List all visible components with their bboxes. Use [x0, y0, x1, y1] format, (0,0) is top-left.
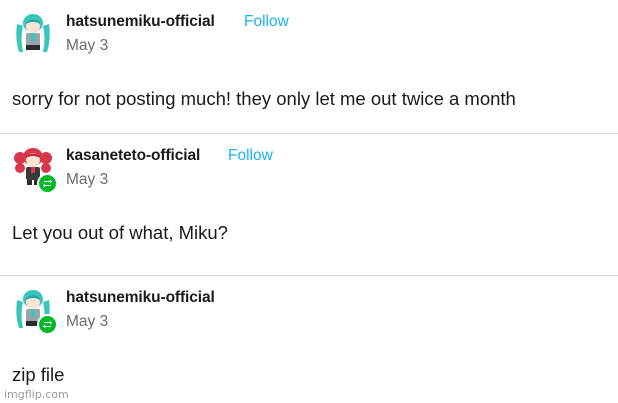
reblog-icon: [37, 173, 58, 194]
post-2: kasaneteto-official Follow May 3 Let you…: [0, 134, 618, 276]
post-text: sorry for not posting much! they only le…: [12, 88, 516, 109]
reblog-icon: [37, 314, 58, 335]
post-date[interactable]: May 3: [66, 313, 108, 331]
post-1: hatsunemiku-official Follow May 3 sorry …: [0, 0, 618, 134]
post-date[interactable]: May 3: [66, 37, 108, 55]
post-text: Let you out of what, Miku?: [12, 222, 228, 243]
follow-button[interactable]: Follow: [228, 147, 273, 165]
username[interactable]: kasaneteto-official: [66, 147, 200, 165]
post-date[interactable]: May 3: [66, 171, 108, 189]
post-3: hatsunemiku-official May 3 zip file: [0, 276, 618, 403]
username[interactable]: hatsunemiku-official: [66, 289, 215, 307]
follow-button[interactable]: Follow: [244, 13, 289, 31]
username[interactable]: hatsunemiku-official: [66, 13, 215, 31]
post-text: zip file: [12, 364, 65, 385]
watermark: imgflip.com: [4, 388, 69, 401]
miku-avatar-icon[interactable]: [11, 10, 55, 54]
